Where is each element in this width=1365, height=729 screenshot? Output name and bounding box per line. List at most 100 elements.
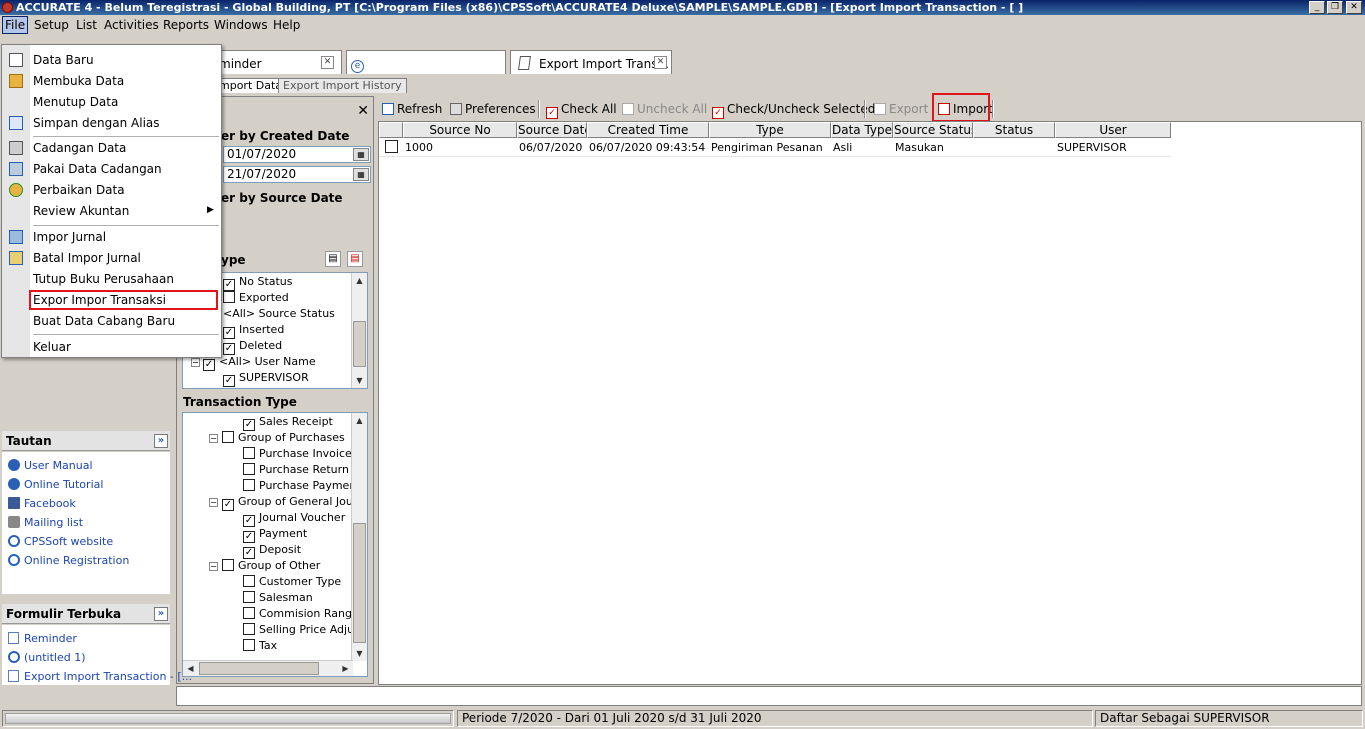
tree-item[interactable]: Salesman bbox=[243, 591, 313, 604]
tree-item[interactable]: Purchase Invoice bbox=[243, 447, 352, 460]
check-uncheck-selected-button[interactable]: ✓ Check/Uncheck Selected bbox=[712, 102, 875, 119]
scroll-thumb[interactable] bbox=[353, 321, 366, 367]
menu-activities[interactable]: Activities bbox=[104, 18, 159, 32]
tree-item[interactable]: <All> Source Status bbox=[223, 307, 335, 320]
refresh-button[interactable]: Refresh bbox=[382, 102, 442, 116]
tree-item[interactable]: Tax bbox=[243, 639, 277, 652]
scroll-thumb[interactable] bbox=[353, 523, 366, 643]
menu-item-membuka-data[interactable]: Membuka Data bbox=[33, 74, 124, 88]
tree-item[interactable]: Selling Price Adjustr bbox=[243, 623, 367, 636]
checkbox-icon[interactable] bbox=[223, 291, 235, 303]
menu-item-menutup-data[interactable]: Menutup Data bbox=[33, 95, 118, 109]
close-icon[interactable]: ✕ bbox=[1346, 1, 1362, 14]
close-pane-icon[interactable]: ✕ bbox=[357, 103, 369, 119]
checkbox-checked-icon[interactable]: ✓ bbox=[223, 327, 235, 339]
grid-header[interactable]: Type bbox=[709, 122, 831, 138]
export-button[interactable]: Export bbox=[874, 102, 928, 116]
grid-header[interactable]: Source Status bbox=[893, 122, 973, 138]
preferences-button[interactable]: Preferences bbox=[450, 102, 536, 116]
date-to-input[interactable]: 21/07/2020 ▦ bbox=[223, 166, 371, 183]
link-facebook[interactable]: Facebook bbox=[8, 497, 76, 510]
checkbox-icon[interactable] bbox=[243, 607, 255, 619]
grid-header[interactable]: Status bbox=[973, 122, 1055, 138]
checkbox-icon[interactable] bbox=[243, 591, 255, 603]
transaction-tree-hscrollbar[interactable]: ◀ ▶ bbox=[183, 660, 353, 676]
menu-item-keluar[interactable]: Keluar bbox=[33, 340, 71, 354]
menu-file[interactable]: File bbox=[2, 16, 29, 34]
checkbox-checked-icon[interactable]: ✓ bbox=[223, 279, 235, 291]
menu-reports[interactable]: Reports bbox=[163, 18, 209, 32]
tree-item[interactable]: ✓ No Status bbox=[223, 275, 293, 291]
collapse-node-icon[interactable]: − bbox=[209, 434, 218, 443]
tab-reminder[interactable]: minder ✕ bbox=[212, 50, 342, 74]
grid-header[interactable]: Created Time bbox=[587, 122, 709, 138]
checkbox-checked-icon[interactable]: ✓ bbox=[243, 547, 255, 559]
scroll-down-icon[interactable]: ▼ bbox=[352, 373, 367, 388]
menu-list[interactable]: List bbox=[76, 18, 97, 32]
menu-item-review-akuntan[interactable]: Review Akuntan bbox=[33, 204, 129, 218]
tree-item[interactable]: ✓ Sales Receipt bbox=[243, 415, 333, 431]
menu-help[interactable]: Help bbox=[273, 18, 300, 32]
menu-windows[interactable]: Windows bbox=[214, 18, 268, 32]
formulir-header[interactable]: Formulir Terbuka » bbox=[2, 604, 170, 624]
menu-item-pakai-cadangan[interactable]: Pakai Data Cadangan bbox=[33, 162, 162, 176]
tree-item[interactable]: Purchase Return bbox=[243, 463, 349, 476]
open-form-untitled[interactable]: (untitled 1) bbox=[8, 651, 86, 664]
tree-item[interactable]: Commision Range bbox=[243, 607, 359, 620]
expand-all-icon[interactable]: ▤ bbox=[325, 251, 341, 267]
collapse-node-icon[interactable]: − bbox=[191, 358, 200, 367]
tree-item[interactable]: − Group of Purchases bbox=[209, 431, 345, 444]
tree-item[interactable]: − Group of Other bbox=[209, 559, 320, 572]
collapse-node-icon[interactable]: − bbox=[209, 498, 218, 507]
date-from-input[interactable]: 01/07/2020 ▦ bbox=[223, 146, 371, 163]
scroll-thumb[interactable] bbox=[199, 662, 319, 675]
checkbox-checked-icon[interactable]: ✓ bbox=[223, 375, 235, 387]
tree-item[interactable]: ✓ Journal Voucher bbox=[243, 511, 345, 527]
open-form-export-import[interactable]: Export Import Transaction - [... bbox=[8, 670, 192, 683]
grid-header[interactable]: Source Date bbox=[517, 122, 587, 138]
chevron-down-icon[interactable]: » bbox=[154, 434, 168, 448]
menu-item-simpan-alias[interactable]: Simpan dengan Alias bbox=[33, 116, 160, 130]
tree-item[interactable]: ✓ Inserted bbox=[223, 323, 284, 339]
tree-item[interactable]: Exported bbox=[223, 291, 289, 304]
scroll-up-icon[interactable]: ▲ bbox=[352, 273, 367, 288]
grid-header[interactable]: Source No bbox=[403, 122, 517, 138]
menu-item-perbaikan-data[interactable]: Perbaikan Data bbox=[33, 183, 125, 197]
checkbox-icon[interactable] bbox=[243, 639, 255, 651]
scroll-up-icon[interactable]: ▲ bbox=[352, 413, 367, 428]
checkbox-icon[interactable] bbox=[243, 479, 255, 491]
menu-item-tutup-buku[interactable]: Tutup Buku Perusahaan bbox=[33, 272, 174, 286]
menu-item-batal-impor-jurnal[interactable]: Batal Impor Jurnal bbox=[33, 251, 141, 265]
menu-item-impor-jurnal[interactable]: Impor Jurnal bbox=[33, 230, 106, 244]
menu-setup[interactable]: Setup bbox=[34, 18, 69, 32]
tree-item[interactable]: ✓ Deposit bbox=[243, 543, 301, 559]
link-online-registration[interactable]: Online Registration bbox=[8, 554, 129, 567]
checkbox-checked-icon[interactable]: ✓ bbox=[203, 359, 215, 371]
check-all-button[interactable]: ✓ Check All bbox=[546, 102, 617, 119]
checkbox-checked-icon[interactable]: ✓ bbox=[243, 515, 255, 527]
tab-export-import-history[interactable]: Export Import History bbox=[278, 78, 407, 93]
checkbox-icon[interactable] bbox=[385, 140, 398, 153]
tree-item[interactable]: ✓ Payment bbox=[243, 527, 307, 543]
checkbox-checked-icon[interactable]: ✓ bbox=[223, 343, 235, 355]
grid-header[interactable]: Data Type bbox=[831, 122, 893, 138]
restore-icon[interactable]: ❐ bbox=[1327, 1, 1343, 14]
tree-item[interactable]: Purchase Payment bbox=[243, 479, 361, 492]
tree-item[interactable]: Customer Type bbox=[243, 575, 341, 588]
scroll-down-icon[interactable]: ▼ bbox=[352, 646, 367, 661]
uncheck-all-button[interactable]: Uncheck All bbox=[622, 102, 707, 116]
row-checkbox[interactable] bbox=[385, 140, 402, 156]
checkbox-icon[interactable] bbox=[243, 447, 255, 459]
checkbox-icon[interactable] bbox=[243, 623, 255, 635]
tree-item[interactable]: − ✓ Group of General Journa bbox=[209, 495, 367, 511]
tree-item[interactable]: ✓ Deleted bbox=[223, 339, 282, 355]
transaction-tree-scrollbar[interactable]: ▲ ▼ bbox=[351, 413, 367, 661]
tab-import-data[interactable]: mport Data bbox=[214, 78, 288, 93]
menu-item-buat-data-cabang[interactable]: Buat Data Cabang Baru bbox=[33, 314, 175, 328]
checkbox-checked-icon[interactable]: ✓ bbox=[222, 499, 234, 511]
checkbox-icon[interactable] bbox=[243, 575, 255, 587]
tab-untitled[interactable]: e bbox=[346, 50, 506, 74]
menu-item-cadangan-data[interactable]: Cadangan Data bbox=[33, 141, 126, 155]
tab-close-icon[interactable]: ✕ bbox=[654, 56, 667, 69]
grid-header[interactable]: User bbox=[1055, 122, 1171, 138]
